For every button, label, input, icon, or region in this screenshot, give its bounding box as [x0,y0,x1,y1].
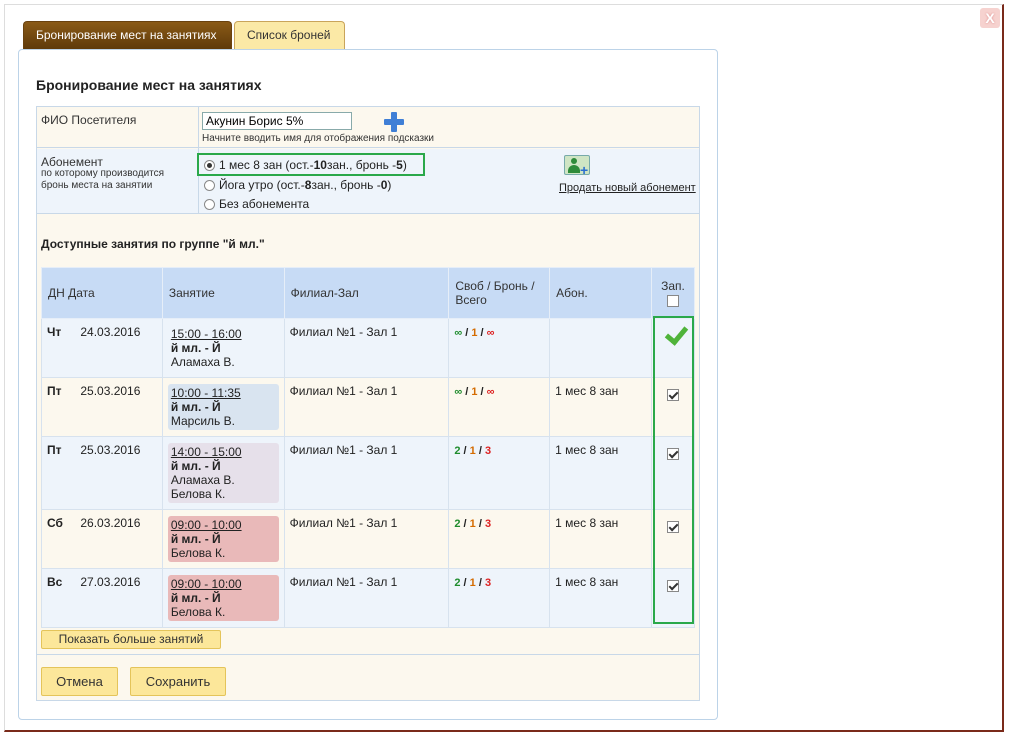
tab-bookings-list[interactable]: Список броней [234,21,345,49]
subscription-option-2[interactable]: Йога утро (ост.- 8 зан., бронь - 0) [204,178,391,192]
table-row: Пт 25.03.2016 14:00 - 15:00 й мл. - Й Ал… [41,436,696,510]
show-more-button[interactable]: Показать больше занятий [41,630,221,649]
footer-divider [37,654,699,655]
header-counts: Своб / Бронь / Всего [448,267,551,319]
panel-title: Бронирование мест на занятиях [36,77,262,93]
header-date: ДН Дата [41,267,163,319]
header-zap: Зап. [650,267,696,319]
header-abon: Абон. [549,267,652,319]
table-row: Сб 26.03.2016 09:00 - 10:00 й мл. - Й Бе… [41,509,696,569]
booking-column-highlight [653,316,694,624]
subscription-sublabel: по которому производится бронь места на … [41,168,165,191]
close-button[interactable]: X [980,8,1000,28]
add-visitor-icon[interactable] [384,112,404,132]
select-all-checkbox[interactable] [666,294,679,307]
lessons-table: ДН Дата Занятие Филиал-Зал Своб / Бронь … [41,267,696,628]
header-branch: Филиал-Зал [283,267,450,319]
sell-subscription-link[interactable]: Продать новый абонемент [559,182,696,194]
tab-booking[interactable]: Бронирование мест на занятиях [23,21,232,49]
lesson-card[interactable]: 14:00 - 15:00 й мл. - Й Аламаха В. Белов… [167,443,279,503]
table-row: Пт 25.03.2016 10:00 - 11:35 й мл. - Й Ма… [41,377,696,437]
radio-icon[interactable] [204,198,215,210]
save-button[interactable]: Сохранить [130,667,226,696]
lesson-card[interactable]: 15:00 - 16:00 й мл. - Й Аламаха В. [168,325,279,371]
visitor-hint: Начните вводить имя для отображения подс… [202,133,435,144]
add-subscription-icon[interactable]: + [564,155,590,177]
subscription-option-none[interactable]: Без абонемента [204,197,309,211]
visitor-name-input[interactable] [202,112,352,130]
header-lesson: Занятие [161,267,285,319]
radio-icon[interactable] [204,179,215,191]
lesson-card[interactable]: 09:00 - 10:00 й мл. - Й Белова К. [167,516,279,562]
lesson-card[interactable]: 09:00 - 10:00 й мл. - Й Белова К. [167,575,279,621]
lessons-section-title: Доступные занятия по группе "й мл." [41,237,265,251]
cancel-button[interactable]: Отмена [41,667,118,696]
visitor-label: ФИО Посетителя [41,113,137,127]
lesson-card[interactable]: 10:00 - 11:35 й мл. - Й Марсиль В. [167,384,279,430]
subscription-label: Абонемент [41,155,103,169]
table-row: Вс 27.03.2016 09:00 - 10:00 й мл. - Й Бе… [41,568,696,628]
table-row: Чт 24.03.2016 15:00 - 16:00 й мл. - Й Ал… [41,318,696,378]
selected-subscription-highlight [197,153,425,176]
